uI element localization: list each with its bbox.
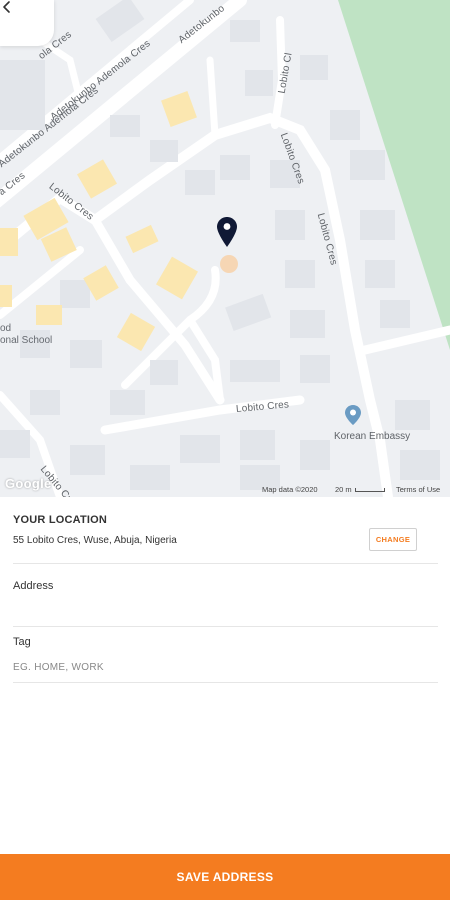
divider xyxy=(13,682,438,683)
location-value: 55 Lobito Cres, Wuse, Abuja, Nigeria xyxy=(13,535,177,546)
map-canvas xyxy=(0,0,450,497)
address-label: Address xyxy=(13,580,54,592)
chevron-left-icon xyxy=(3,1,10,13)
school-label: od xyxy=(0,323,12,334)
change-location-button[interactable]: CHANGE xyxy=(369,528,417,551)
poi-label[interactable]: Korean Embassy xyxy=(334,431,410,442)
google-logo: Google xyxy=(5,476,52,491)
terms-link[interactable]: Terms of Use xyxy=(396,485,440,494)
back-button[interactable] xyxy=(0,0,54,46)
address-input[interactable] xyxy=(13,597,438,619)
save-address-button[interactable]: SAVE ADDRESS xyxy=(0,854,450,900)
location-accuracy-dot xyxy=(220,255,238,273)
divider xyxy=(13,626,438,627)
your-location-title: YOUR LOCATION xyxy=(13,514,108,526)
tag-label: Tag xyxy=(13,636,31,648)
tag-input[interactable] xyxy=(13,656,438,678)
map-scale-bar xyxy=(355,488,385,492)
map-view[interactable]: Adetokunbo Ademola Cres Adetokunbo Ademo… xyxy=(0,0,450,497)
divider xyxy=(13,563,438,564)
map-scale-label: 20 m xyxy=(335,485,352,494)
map-data-attribution[interactable]: Map data ©2020 xyxy=(262,485,318,494)
school-label: onal School xyxy=(0,335,53,346)
